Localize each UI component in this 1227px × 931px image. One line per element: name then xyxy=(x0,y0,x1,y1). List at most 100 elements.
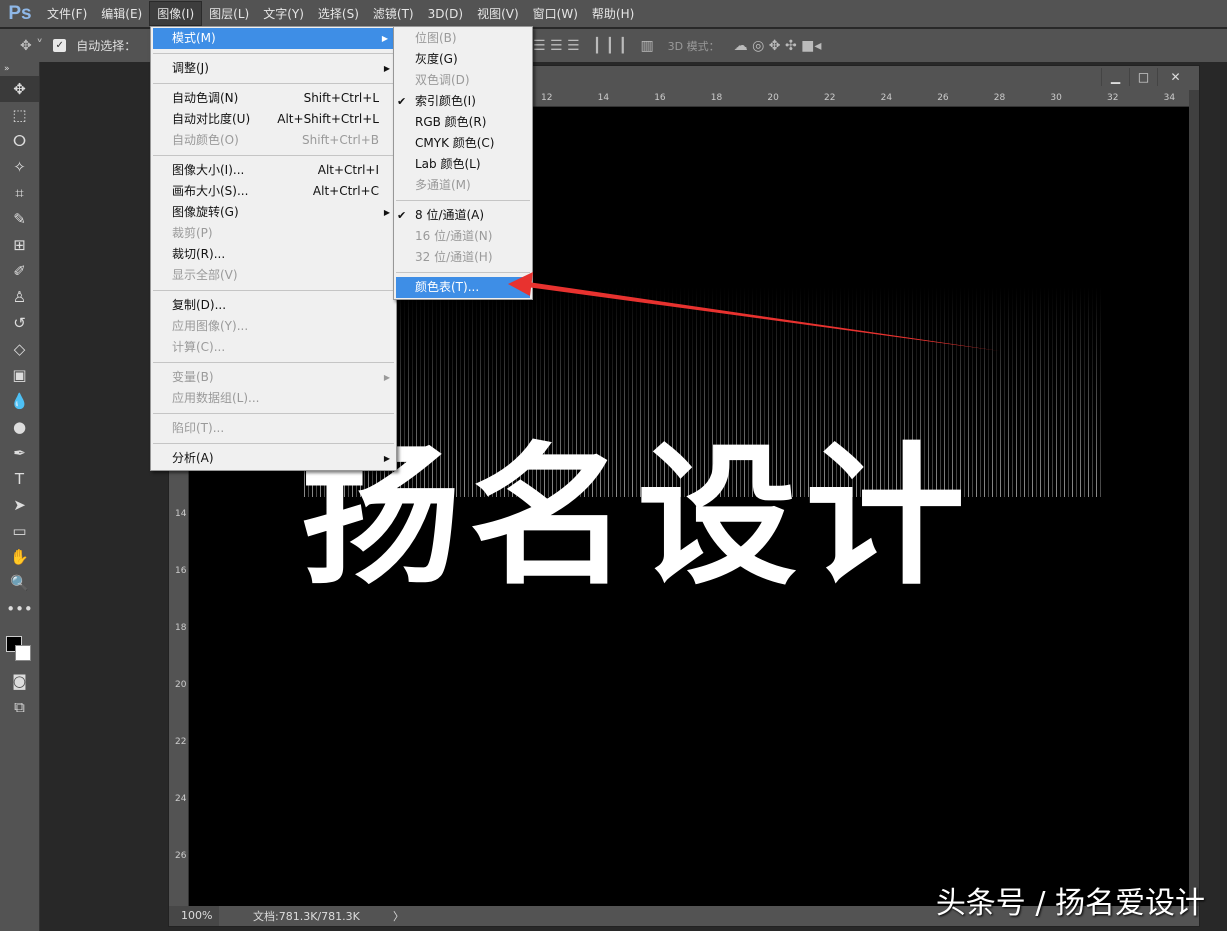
type-tool-icon[interactable]: T xyxy=(0,466,39,492)
menu-item[interactable]: 变量(B)▶ xyxy=(151,367,396,388)
background-color[interactable] xyxy=(15,645,31,661)
menu-4[interactable]: 文字(Y) xyxy=(256,2,311,25)
menu-item[interactable]: 图像大小(I)...Alt+Ctrl+I xyxy=(151,160,396,181)
ruler-label: 26 xyxy=(937,93,948,103)
menu-item[interactable]: 图像旋转(G) ▶ xyxy=(151,202,396,223)
menu-item[interactable]: 裁剪(P) xyxy=(151,223,396,244)
menu-2[interactable]: 图像(I) xyxy=(149,1,202,26)
menu-item[interactable]: 自动颜色(O)Shift+Ctrl+B xyxy=(151,130,396,151)
menu-item[interactable]: 32 位/通道(H) xyxy=(394,247,532,268)
menu-5[interactable]: 选择(S) xyxy=(311,2,366,25)
align-icons[interactable]: ☰ ☰ ☰ ┃ ┃ ┃ ▥ xyxy=(533,38,654,54)
watermark: 头条号 / 扬名爱设计 xyxy=(936,878,1205,922)
pen-tool-icon[interactable]: ✒ xyxy=(0,440,39,466)
menu-item[interactable]: RGB 颜色(R) xyxy=(394,112,532,133)
menu-item[interactable]: 应用图像(Y)... xyxy=(151,316,396,337)
menu-bar: Ps 文件(F)编辑(E)图像(I)图层(L)文字(Y)选择(S)滤镜(T)3D… xyxy=(0,0,1227,27)
menu-item[interactable]: 应用数据组(L)... xyxy=(151,388,396,409)
status-more-button[interactable]: 〉 xyxy=(393,908,404,924)
menu-item[interactable]: 8 位/通道(A)✔ xyxy=(394,205,532,226)
menu-item-label: RGB 颜色(R) xyxy=(415,115,486,129)
menu-item[interactable]: 双色调(D) xyxy=(394,70,532,91)
zoom-tool-icon[interactable]: 🔍 xyxy=(0,570,39,596)
magic-wand-icon[interactable]: ✧ xyxy=(0,154,39,180)
menu-item-label: CMYK 颜色(C) xyxy=(415,136,495,150)
menu-6[interactable]: 滤镜(T) xyxy=(366,2,421,25)
menu-7[interactable]: 3D(D) xyxy=(421,4,470,24)
menu-separator xyxy=(153,443,394,444)
menu-item[interactable]: 分析(A)▶ xyxy=(151,448,396,469)
menu-item[interactable]: 画布大小(S)...Alt+Ctrl+C xyxy=(151,181,396,202)
menu-item[interactable]: 16 位/通道(N) xyxy=(394,226,532,247)
menu-10[interactable]: 帮助(H) xyxy=(585,2,641,25)
ruler-label: 34 xyxy=(1164,93,1175,103)
collapse-icon[interactable]: » xyxy=(0,62,39,76)
shape-tool-icon[interactable]: ▭ xyxy=(0,518,39,544)
history-brush-icon[interactable]: ↺ xyxy=(0,310,39,336)
menu-item-label: 复制(D)... xyxy=(172,298,226,312)
menu-item-label: 索引颜色(I) xyxy=(415,94,476,108)
quick-mask-icon[interactable]: ◙ xyxy=(0,668,39,694)
menu-item[interactable]: 自动对比度(U)Alt+Shift+Ctrl+L xyxy=(151,109,396,130)
brush-tool-icon[interactable]: ✐ xyxy=(0,258,39,284)
gradient-tool-icon[interactable]: ▣ xyxy=(0,362,39,388)
menu-separator xyxy=(153,53,394,54)
menu-item[interactable]: 索引颜色(I)✔ xyxy=(394,91,532,112)
maximize-button[interactable]: □ xyxy=(1129,68,1157,86)
menu-item-label: 32 位/通道(H) xyxy=(415,250,493,264)
menu-item[interactable]: 多通道(M) xyxy=(394,175,532,196)
menu-item[interactable]: 灰度(G) xyxy=(394,49,532,70)
menu-item[interactable]: 裁切(R)... xyxy=(151,244,396,265)
menu-item-label: 自动对比度(U) xyxy=(172,112,250,126)
hand-tool-icon[interactable]: ✋ xyxy=(0,544,39,570)
eraser-tool-icon[interactable]: ◇ xyxy=(0,336,39,362)
blur-tool-icon[interactable]: 💧 xyxy=(0,388,39,414)
submenu-arrow-icon: ▶ xyxy=(384,202,390,223)
ruler-label: 16 xyxy=(175,566,183,576)
marquee-tool-icon[interactable]: ⬚ xyxy=(0,102,39,128)
menu-item[interactable]: Lab 颜色(L) xyxy=(394,154,532,175)
menu-item[interactable]: 显示全部(V) xyxy=(151,265,396,286)
crop-tool-icon[interactable]: ⌗ xyxy=(0,180,39,206)
menu-item-label: 灰度(G) xyxy=(415,52,458,66)
submenu-arrow-icon: ▶ xyxy=(384,367,390,388)
menu-item[interactable]: 调整(J)▶ xyxy=(151,58,396,79)
menu-item[interactable]: 颜色表(T)... xyxy=(396,277,530,298)
menu-item[interactable]: 陷印(T)... xyxy=(151,418,396,439)
menu-3[interactable]: 图层(L) xyxy=(202,2,256,25)
ruler-label: 18 xyxy=(711,93,722,103)
move-tool-icon[interactable]: ✥ xyxy=(0,76,39,102)
mode-submenu: 位图(B) 灰度(G) 双色调(D) 索引颜色(I)✔ RGB 颜色(R) CMYK 颜色… xyxy=(393,26,533,300)
screen-mode-icon[interactable]: ⧉ xyxy=(0,694,39,720)
move-tool-icon[interactable]: ✥ ˅ xyxy=(20,38,43,54)
menu-item[interactable]: 模式(M)▶ xyxy=(153,28,394,49)
submenu-arrow-icon: ▶ xyxy=(384,58,390,79)
color-swatches[interactable] xyxy=(0,622,39,668)
path-select-icon[interactable]: ➤ xyxy=(0,492,39,518)
menu-0[interactable]: 文件(F) xyxy=(40,2,94,25)
close-button[interactable]: ✕ xyxy=(1157,68,1193,86)
menu-item-label: 双色调(D) xyxy=(415,73,470,87)
ruler-label: 22 xyxy=(175,737,183,747)
menu-item[interactable]: 计算(C)... xyxy=(151,337,396,358)
dodge-tool-icon[interactable]: ● xyxy=(0,414,39,440)
menu-shortcut: Alt+Ctrl+I xyxy=(318,160,379,181)
menu-9[interactable]: 窗口(W) xyxy=(526,2,585,25)
lasso-tool-icon[interactable]: ⵔ xyxy=(0,128,39,154)
zoom-level[interactable]: 100% xyxy=(169,906,219,926)
menu-item[interactable]: 自动色调(N)Shift+Ctrl+L xyxy=(151,88,396,109)
auto-select-checkbox[interactable]: ✓ xyxy=(53,39,66,52)
menu-item[interactable]: 复制(D)... xyxy=(151,295,396,316)
menu-1[interactable]: 编辑(E) xyxy=(94,2,149,25)
3d-tools-icons[interactable]: ☁ ◎ ✥ ✣ ■◂ xyxy=(734,38,822,54)
more-tools-icon[interactable]: ••• xyxy=(0,596,39,622)
healing-brush-icon[interactable]: ⊞ xyxy=(0,232,39,258)
menu-item[interactable]: 位图(B) xyxy=(394,28,532,49)
menu-item-label: 图像旋转(G) xyxy=(172,205,239,219)
stamp-tool-icon[interactable]: ♙ xyxy=(0,284,39,310)
menu-item-label: 颜色表(T)... xyxy=(415,280,479,294)
menu-8[interactable]: 视图(V) xyxy=(470,2,526,25)
menu-item[interactable]: CMYK 颜色(C) xyxy=(394,133,532,154)
eyedropper-icon[interactable]: ✎ xyxy=(0,206,39,232)
minimize-button[interactable]: ▁ xyxy=(1101,68,1129,86)
